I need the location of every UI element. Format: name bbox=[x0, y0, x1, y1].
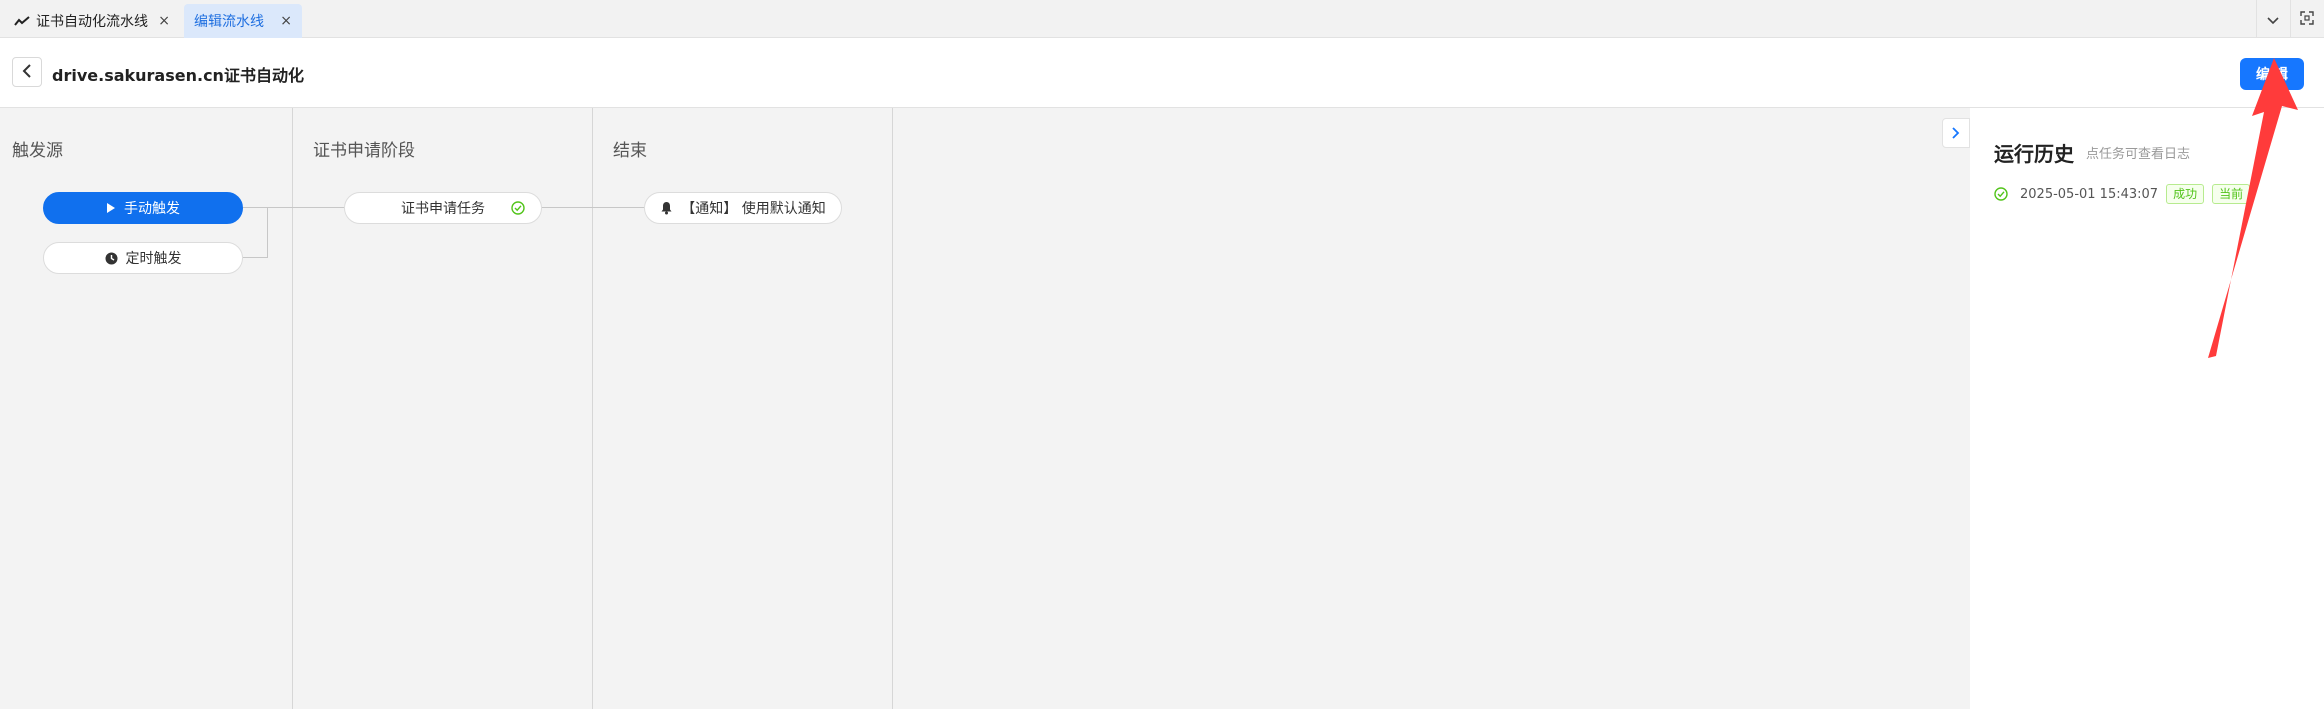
run-history-title: 运行历史 bbox=[1994, 142, 2074, 166]
clock-icon bbox=[105, 252, 118, 265]
page-header: drive.sakurasen.cn证书自动化 编 辑 bbox=[0, 38, 2324, 108]
tab-edit-pipeline[interactable]: 编辑流水线 × bbox=[184, 4, 302, 38]
connector bbox=[267, 207, 268, 257]
tab-pipeline-list[interactable]: 证书自动化流水线 × bbox=[4, 4, 180, 38]
timer-trigger-node[interactable]: 定时触发 bbox=[43, 242, 243, 274]
stage-divider bbox=[892, 108, 893, 709]
cert-task-node[interactable]: 证书申请任务 bbox=[344, 192, 542, 224]
page-title: drive.sakurasen.cn证书自动化 bbox=[52, 66, 304, 85]
back-button[interactable] bbox=[12, 57, 42, 87]
status-badge: 成功 bbox=[2166, 184, 2205, 204]
connector bbox=[243, 207, 344, 208]
run-time: 2025-05-01 15:43:07 bbox=[2020, 186, 2159, 202]
play-icon bbox=[106, 202, 116, 214]
stage-divider bbox=[292, 108, 293, 709]
node-label: 手动触发 bbox=[124, 201, 180, 217]
annotation-arrow bbox=[2200, 56, 2300, 370]
tab-label: 证书自动化流水线 bbox=[36, 14, 148, 30]
connector bbox=[243, 257, 268, 258]
check-circle-icon bbox=[511, 201, 525, 215]
stage-title-end: 结束 bbox=[613, 141, 647, 161]
trend-line-icon bbox=[14, 14, 32, 28]
panel-collapse-button[interactable] bbox=[1942, 118, 1970, 148]
chevron-left-icon bbox=[22, 63, 32, 82]
pipeline-canvas: 触发源 证书申请阶段 结束 手动触发 定时触发 证书申请任务 【通知】 使用默认… bbox=[0, 108, 1970, 709]
connector bbox=[542, 207, 644, 208]
tab-label: 编辑流水线 bbox=[194, 14, 264, 30]
tabs-dropdown-button[interactable] bbox=[2256, 0, 2288, 38]
manual-trigger-node[interactable]: 手动触发 bbox=[43, 192, 243, 224]
stage-title-trigger: 触发源 bbox=[12, 141, 63, 161]
node-label: 证书申请任务 bbox=[401, 201, 485, 217]
run-history-hint: 点任务可查看日志 bbox=[2086, 147, 2191, 162]
bell-icon bbox=[660, 201, 673, 215]
chevron-right-icon bbox=[1952, 124, 1960, 143]
close-icon[interactable]: × bbox=[280, 13, 292, 29]
node-label: 【通知】 使用默认通知 bbox=[681, 201, 826, 217]
close-icon[interactable]: × bbox=[158, 13, 170, 29]
node-label: 定时触发 bbox=[125, 251, 182, 267]
tab-bar: 证书自动化流水线 × 编辑流水线 × bbox=[0, 0, 2324, 38]
chevron-down-icon bbox=[2266, 10, 2279, 29]
fullscreen-icon bbox=[2299, 10, 2314, 29]
fullscreen-button[interactable] bbox=[2290, 0, 2322, 38]
stage-divider bbox=[592, 108, 593, 709]
stage-title-cert: 证书申请阶段 bbox=[313, 141, 415, 161]
check-circle-icon bbox=[1994, 187, 2008, 201]
notify-node[interactable]: 【通知】 使用默认通知 bbox=[644, 192, 842, 224]
